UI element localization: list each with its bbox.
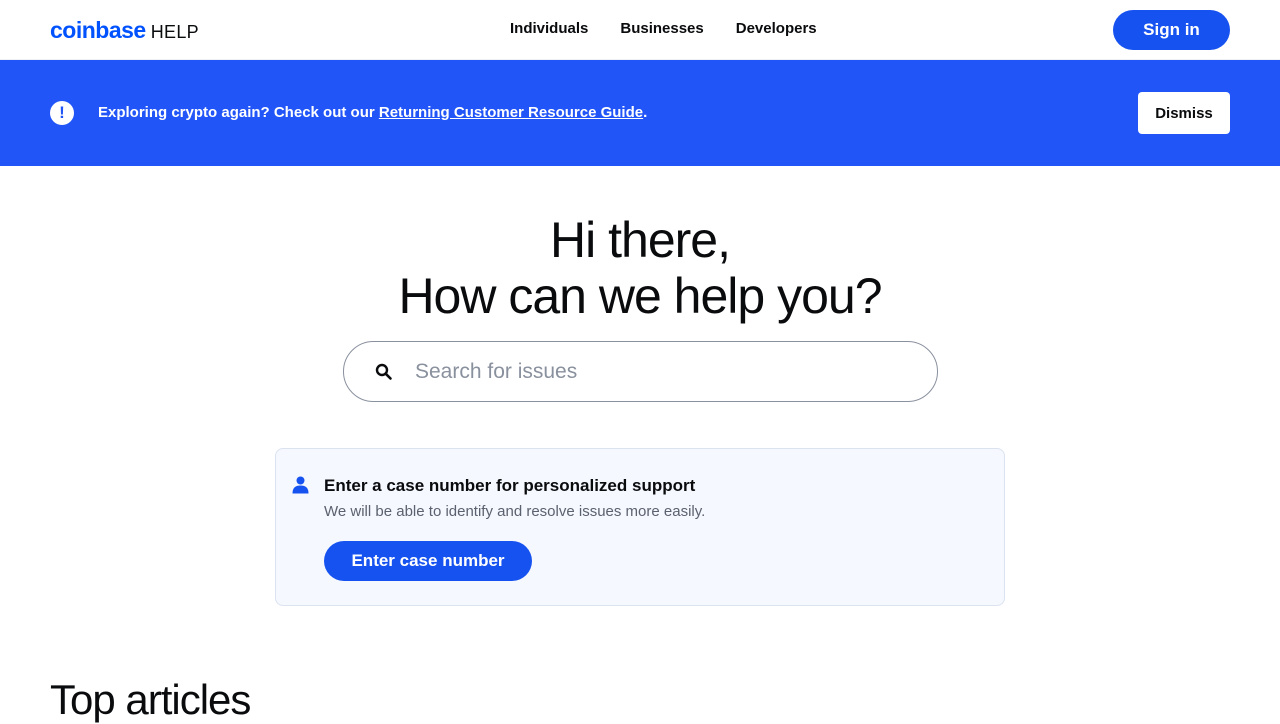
page-title: Hi there, How can we help you? <box>0 212 1280 324</box>
banner-message: Exploring crypto again? Check out our Re… <box>98 104 647 121</box>
sign-in-button[interactable]: Sign in <box>1113 10 1230 50</box>
search-input[interactable] <box>415 354 915 390</box>
nav-businesses[interactable]: Businesses <box>620 20 703 37</box>
nav-developers[interactable]: Developers <box>736 20 817 37</box>
exclamation-icon: ! <box>50 101 74 125</box>
case-card-title: Enter a case number for personalized sup… <box>324 476 696 495</box>
coinbase-help-logo[interactable]: coinbase HELP <box>50 17 199 44</box>
search-icon <box>375 363 392 380</box>
hero-greeting: Hi there, <box>550 212 731 268</box>
top-articles-heading: Top articles <box>50 676 251 723</box>
case-number-card: Enter a case number for personalized sup… <box>275 448 1005 606</box>
nav-individuals[interactable]: Individuals <box>510 20 588 37</box>
banner-text-prefix: Exploring crypto again? Check out our <box>98 104 379 121</box>
site-header: coinbase HELP Individuals Businesses Dev… <box>0 0 1280 60</box>
returning-customer-banner: ! Exploring crypto again? Check out our … <box>0 60 1280 166</box>
returning-customer-guide-link[interactable]: Returning Customer Resource Guide <box>379 104 643 121</box>
logo-wordmark: coinbase <box>50 17 146 43</box>
hero-question: How can we help you? <box>398 268 882 324</box>
person-icon <box>292 476 309 494</box>
logo-help-label: HELP <box>150 22 199 42</box>
search-bar[interactable] <box>343 341 938 402</box>
enter-case-number-button[interactable]: Enter case number <box>324 541 532 581</box>
banner-text-suffix: . <box>643 104 648 121</box>
case-card-subtitle: We will be able to identify and resolve … <box>324 503 706 520</box>
main-nav: Individuals Businesses Developers <box>510 20 849 37</box>
dismiss-button[interactable]: Dismiss <box>1138 92 1230 134</box>
